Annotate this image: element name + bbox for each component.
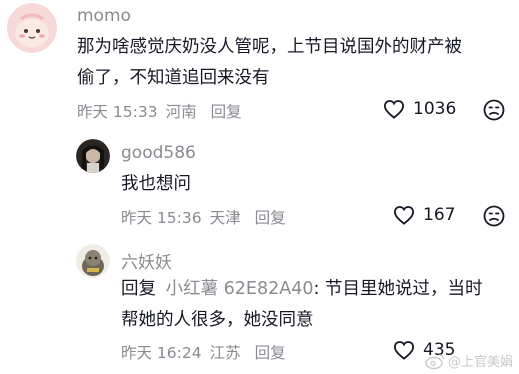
heart-icon (393, 206, 415, 225)
comment-username[interactable]: 六妖妖 (121, 248, 172, 273)
comment-thread: momo 那为啥感觉庆奶没人管呢，上节目说国外的财产被 偷了，不知道追回来没有 … (0, 0, 519, 374)
comment-text: 回复 小红薯 62E82A40: 节目里她说过，当时 帮她的人很多，她没同意 (121, 274, 511, 336)
mention-link[interactable]: 小红薯 62E82A40 (166, 279, 314, 299)
comment-meta: 昨天 16:24 江苏 回复 (121, 341, 286, 363)
frown-face-icon (483, 99, 505, 121)
comment-location: 天津 (209, 209, 241, 227)
watermark: @上官美娟 (425, 351, 513, 370)
comment-username[interactable]: momo (77, 6, 131, 26)
comment-meta: 昨天 15:36 天津 回复 (121, 206, 286, 228)
comment-location: 江苏 (209, 344, 241, 362)
comment-username[interactable]: good586 (121, 143, 196, 163)
comment-text-line: 帮她的人很多，她没同意 (121, 310, 314, 330)
avatar[interactable] (76, 244, 110, 278)
comment-text: 我也想问 (121, 169, 501, 200)
reply-button[interactable]: 回复 (211, 100, 242, 122)
dislike-button[interactable] (483, 205, 505, 231)
dislike-button[interactable] (483, 99, 505, 125)
comment-text-line: 偷了，不知道追回来没有 (77, 68, 270, 88)
watermark-text: @上官美娟 (447, 355, 513, 370)
comment-time: 昨天 16:24 (121, 344, 202, 362)
like-count: 167 (423, 205, 456, 225)
reply-button[interactable]: 回复 (255, 341, 286, 363)
comment-time: 昨天 15:36 (121, 209, 202, 227)
comment-meta: 昨天 15:33 河南 回复 (77, 100, 242, 122)
like-button[interactable]: 167 (393, 205, 455, 225)
avatar[interactable] (76, 139, 110, 173)
avatar-image (76, 139, 110, 173)
frown-face-icon (483, 205, 505, 227)
avatar-image (7, 3, 57, 53)
heart-icon (383, 100, 405, 119)
like-count: 1036 (413, 99, 457, 119)
comment-location: 河南 (165, 103, 197, 121)
heart-icon (393, 341, 415, 360)
comment-text: 那为啥感觉庆奶没人管呢，上节目说国外的财产被 偷了，不知道追回来没有 (77, 32, 509, 94)
comment-text-line: 我也想问 (121, 174, 191, 194)
like-button[interactable]: 1036 (383, 99, 456, 119)
comment-text-line: 回复 小红薯 62E82A40: 节目里她说过，当时 (121, 274, 511, 305)
comment-text-rest: : 节目里她说过，当时 (313, 279, 483, 299)
reply-button[interactable]: 回复 (255, 206, 286, 228)
weibo-logo-icon (425, 353, 445, 369)
avatar-image (76, 244, 110, 278)
avatar[interactable] (7, 3, 57, 53)
comment-time: 昨天 15:33 (77, 103, 158, 121)
comment-text-line: 那为啥感觉庆奶没人管呢，上节目说国外的财产被 (77, 37, 462, 57)
reply-prefix: 回复 (121, 279, 156, 299)
